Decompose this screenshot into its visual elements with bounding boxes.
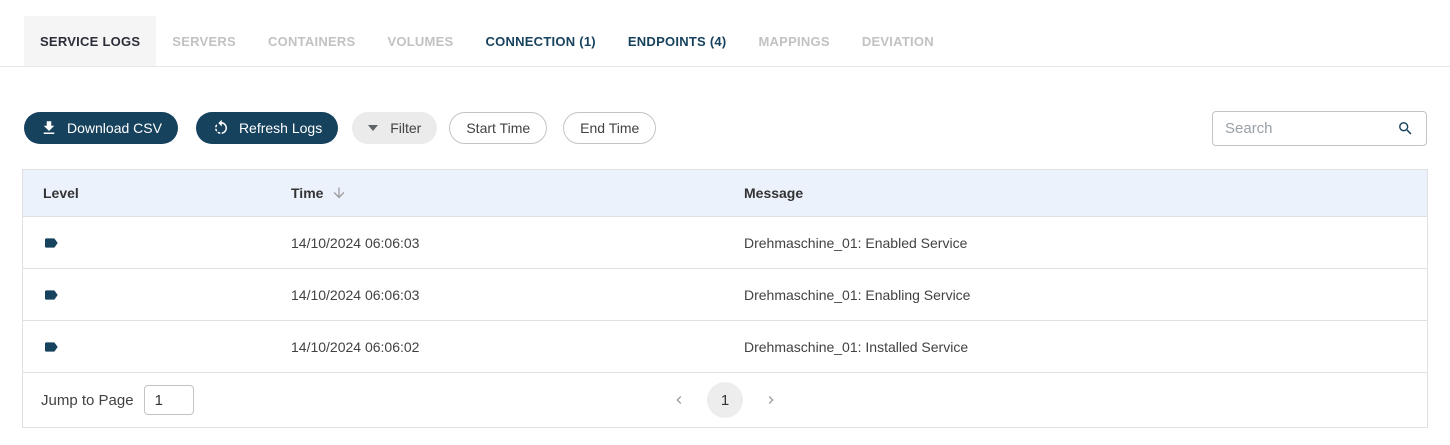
label-icon <box>43 287 59 303</box>
label-icon <box>43 339 59 355</box>
refresh-logs-button[interactable]: Refresh Logs <box>196 112 338 144</box>
pagination: 1 <box>667 382 783 418</box>
tab-connection[interactable]: CONNECTION (1) <box>469 16 611 66</box>
time-header-label: Time <box>291 185 323 201</box>
level-header-label: Level <box>43 185 79 201</box>
column-header-time[interactable]: Time <box>271 185 724 201</box>
refresh-logs-label: Refresh Logs <box>239 120 322 136</box>
search-icon[interactable] <box>1397 120 1414 137</box>
search-input[interactable] <box>1225 120 1397 137</box>
level-cell <box>23 287 271 303</box>
previous-page-icon[interactable] <box>667 388 691 412</box>
level-cell <box>23 339 271 355</box>
table-row: 14/10/2024 06:06:03 Drehmaschine_01: Ena… <box>23 216 1427 268</box>
time-cell: 14/10/2024 06:06:03 <box>271 287 724 303</box>
end-time-button[interactable]: End Time <box>563 112 656 144</box>
tab-mappings[interactable]: MAPPINGS <box>742 16 845 66</box>
message-cell: Drehmaschine_01: Installed Service <box>724 339 1427 355</box>
time-cell: 14/10/2024 06:06:02 <box>271 339 724 355</box>
tab-containers[interactable]: CONTAINERS <box>252 16 371 66</box>
refresh-icon <box>212 119 230 137</box>
service-logs-table: Level Time Message 14/10/2024 06:06:03 D… <box>22 169 1428 428</box>
chevron-down-icon <box>368 125 378 131</box>
time-cell: 14/10/2024 06:06:03 <box>271 235 724 251</box>
search-box[interactable] <box>1212 111 1427 146</box>
toolbar: Download CSV Refresh Logs Filter Start T… <box>0 110 1450 146</box>
tab-volumes[interactable]: VOLUMES <box>371 16 469 66</box>
filter-button[interactable]: Filter <box>352 112 437 144</box>
next-page-icon[interactable] <box>759 388 783 412</box>
message-header-label: Message <box>744 185 803 201</box>
table-header-row: Level Time Message <box>23 170 1427 216</box>
sort-descending-icon[interactable] <box>331 185 347 201</box>
label-icon <box>43 235 59 251</box>
start-time-label: Start Time <box>466 120 530 136</box>
download-csv-label: Download CSV <box>67 120 162 136</box>
download-csv-button[interactable]: Download CSV <box>24 112 178 144</box>
level-cell <box>23 235 271 251</box>
download-icon <box>40 119 58 137</box>
column-header-message: Message <box>724 185 1427 201</box>
table-row: 14/10/2024 06:06:02 Drehmaschine_01: Ins… <box>23 320 1427 372</box>
jump-to-page-input[interactable] <box>144 385 194 415</box>
tab-service-logs[interactable]: SERVICE LOGS <box>24 16 156 66</box>
tab-deviation[interactable]: DEVIATION <box>846 16 950 66</box>
tab-endpoints[interactable]: ENDPOINTS (4) <box>612 16 743 66</box>
table-row: 14/10/2024 06:06:03 Drehmaschine_01: Ena… <box>23 268 1427 320</box>
start-time-button[interactable]: Start Time <box>449 112 547 144</box>
message-cell: Drehmaschine_01: Enabling Service <box>724 287 1427 303</box>
end-time-label: End Time <box>580 120 639 136</box>
table-footer: Jump to Page 1 <box>23 372 1427 427</box>
tab-servers[interactable]: SERVERS <box>156 16 252 66</box>
current-page-button[interactable]: 1 <box>707 382 743 418</box>
jump-to-page-label: Jump to Page <box>41 392 134 409</box>
filter-label: Filter <box>390 120 421 136</box>
message-cell: Drehmaschine_01: Enabled Service <box>724 235 1427 251</box>
tab-bar: SERVICE LOGS SERVERS CONTAINERS VOLUMES … <box>0 0 1450 67</box>
column-header-level: Level <box>23 185 271 201</box>
